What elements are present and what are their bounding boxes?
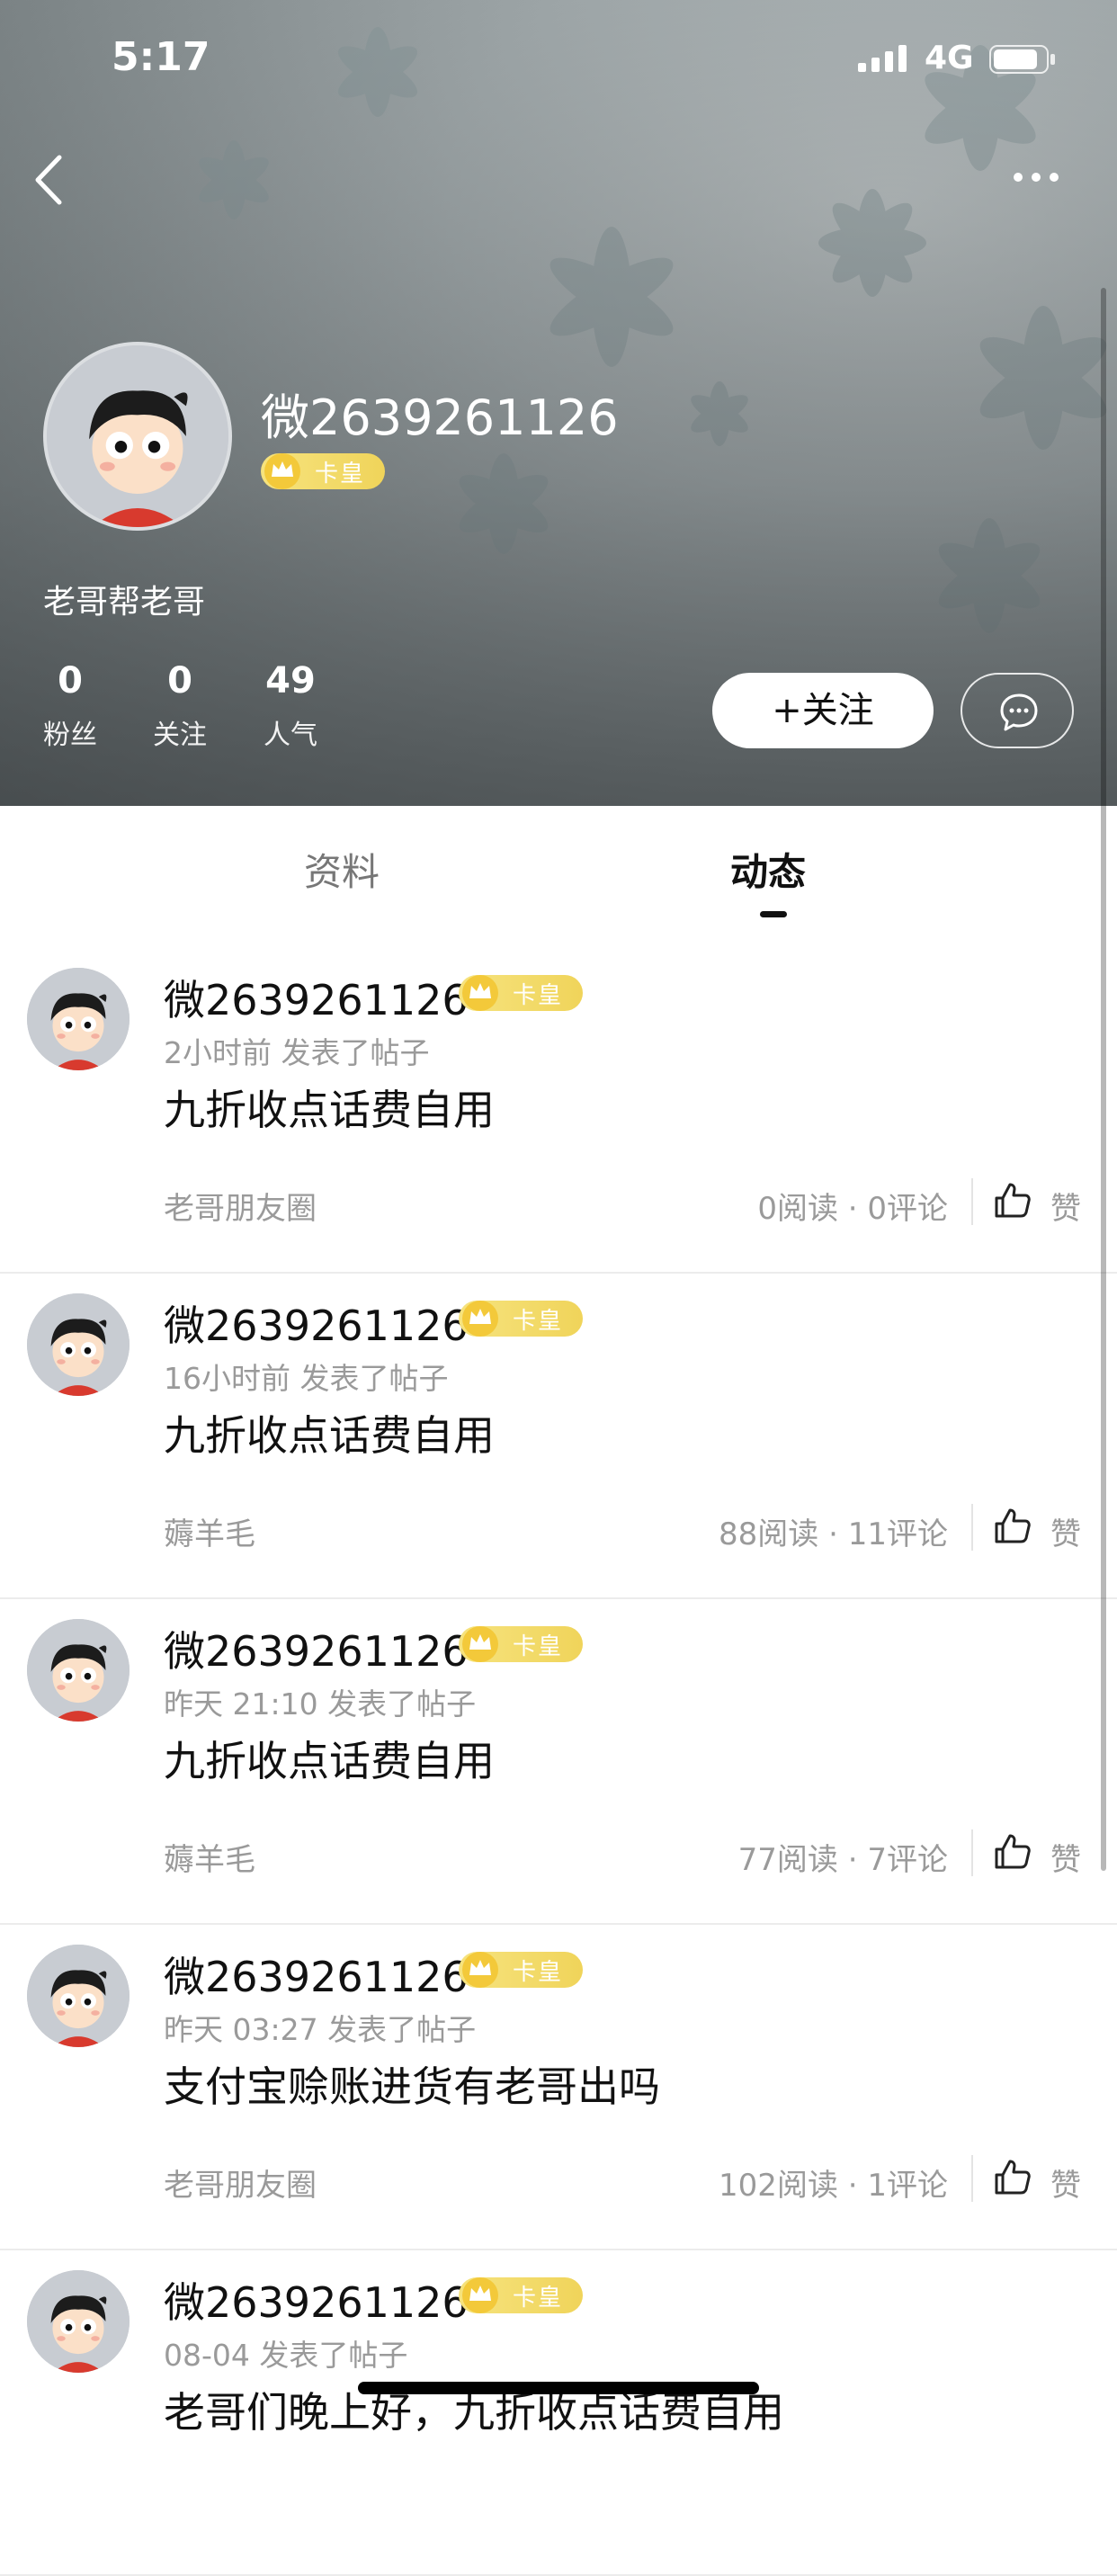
post-avatar[interactable] — [27, 1293, 130, 1396]
network-type: 4G — [925, 40, 974, 76]
avatar-illustration — [27, 1945, 130, 2047]
stat-fans[interactable]: 0 粉丝 — [43, 660, 97, 752]
post-topic[interactable]: 薅羊毛 — [164, 1835, 255, 1879]
post-avatar[interactable] — [27, 1619, 130, 1722]
badge-text: 卡皇 — [315, 461, 366, 487]
stats-divider — [971, 1504, 973, 1551]
post-author: 微2639261126 — [164, 1627, 469, 1676]
post-stats: 0阅读 · 0评论 — [757, 1191, 948, 1227]
crown-icon — [462, 2277, 498, 2313]
badge-text: 卡皇 — [513, 1308, 564, 1335]
thumbs-up-icon[interactable] — [993, 1180, 1032, 1220]
battery-icon — [989, 45, 1055, 74]
stat-following[interactable]: 0 关注 — [153, 660, 207, 752]
tab-profile-info[interactable]: 资料 — [304, 842, 380, 897]
profile-avatar[interactable] — [43, 342, 232, 531]
scrollbar[interactable] — [1101, 288, 1106, 1871]
tab-activity[interactable]: 动态 — [730, 842, 806, 897]
thumbs-up-icon[interactable] — [993, 2157, 1032, 2196]
level-badge: 卡皇 — [459, 2277, 583, 2313]
chat-bubble-icon — [1000, 693, 1038, 731]
post-stats: 77阅读 · 7评论 — [737, 1842, 948, 1878]
post-content[interactable]: 九折收点话费自用 — [164, 1403, 495, 1462]
post-author: 微2639261126 — [164, 976, 469, 1024]
post-author: 微2639261126 — [164, 1301, 469, 1350]
stat-value: 49 — [265, 660, 316, 702]
post-stats: 102阅读 · 1评论 — [719, 2168, 948, 2204]
post-author: 微2639261126 — [164, 1953, 469, 2001]
signal-icon — [858, 45, 907, 72]
crown-icon — [264, 453, 300, 489]
badge-text: 卡皇 — [513, 982, 564, 1009]
post-content[interactable]: 九折收点话费自用 — [164, 1729, 495, 1788]
stat-label: 粉丝 — [43, 720, 97, 751]
status-bar: 5:17 4G — [0, 0, 1117, 121]
post-topic[interactable]: 薅羊毛 — [164, 1509, 255, 1553]
stat-value: 0 — [58, 660, 83, 702]
avatar-illustration — [27, 1293, 130, 1396]
profile-username: 微2639261126 — [261, 389, 619, 446]
post-stats: 88阅读 · 11评论 — [719, 1516, 948, 1552]
crown-icon — [462, 1626, 498, 1662]
home-indicator — [358, 2382, 759, 2394]
stat-label: 人气 — [264, 720, 317, 751]
badge-text: 卡皇 — [513, 1633, 564, 1660]
stats-divider — [971, 2155, 973, 2202]
level-badge: 卡皇 — [459, 1952, 583, 1988]
crown-icon — [462, 1952, 498, 1988]
thumbs-up-icon[interactable] — [993, 1506, 1032, 1545]
stats-divider — [971, 1178, 973, 1225]
post-topic[interactable]: 老哥朋友圈 — [164, 2160, 317, 2205]
post-topic[interactable]: 老哥朋友圈 — [164, 1184, 317, 1228]
crown-icon — [462, 1301, 498, 1337]
avatar-illustration — [27, 1619, 130, 1722]
avatar-illustration — [27, 2270, 130, 2373]
more-dots-icon[interactable] — [1009, 164, 1063, 191]
like-label[interactable]: 赞 — [1050, 2160, 1081, 2205]
stats-divider — [971, 1829, 973, 1876]
status-time: 5:17 — [112, 34, 210, 80]
post-content[interactable]: 九折收点话费自用 — [164, 1078, 495, 1137]
post-author: 微2639261126 — [164, 2278, 469, 2327]
follow-button[interactable]: +关注 — [712, 673, 934, 748]
post-item[interactable]: 微2639261126 卡皇 08-04 发表了帖子 老哥们晚上好，九折收点话费自用 — [0, 2249, 1117, 2576]
level-badge: 卡皇 — [459, 1301, 583, 1337]
post-item[interactable]: 微2639261126 卡皇昨天 21:10 发表了帖子九折收点话费自用薅羊毛 77… — [0, 1597, 1117, 1925]
post-item[interactable]: 微2639261126 卡皇 16小时前 发表了帖子九折收点话费自用薅羊毛 88阅读 … — [0, 1272, 1117, 1599]
post-avatar[interactable] — [27, 2270, 130, 2373]
post-meta: 昨天 21:10 发表了帖子 — [164, 1686, 477, 1722]
profile-bio: 老哥帮老哥 — [43, 584, 206, 621]
post-meta: 2小时前 发表了帖子 — [164, 1035, 430, 1070]
like-label[interactable]: 赞 — [1050, 1184, 1081, 1228]
post-meta: 昨天 03:27 发表了帖子 — [164, 2012, 477, 2047]
badge-text: 卡皇 — [513, 1959, 564, 1986]
stat-label: 关注 — [153, 720, 207, 751]
like-label[interactable]: 赞 — [1050, 1509, 1081, 1553]
message-button[interactable] — [961, 673, 1074, 748]
avatar-illustration — [47, 345, 228, 527]
level-badge: 卡皇 — [261, 453, 385, 489]
post-content[interactable]: 支付宝赊账进货有老哥出吗 — [164, 2054, 660, 2114]
profile-header: 5:17 4G 微2639261126 卡皇 老哥帮老哥 0 粉丝 0 关注 4… — [0, 0, 1117, 806]
post-avatar[interactable] — [27, 1945, 130, 2047]
thumbs-up-icon[interactable] — [993, 1831, 1032, 1871]
like-label[interactable]: 赞 — [1050, 1835, 1081, 1879]
stat-value: 0 — [167, 660, 192, 702]
post-meta: 08-04 发表了帖子 — [164, 2338, 408, 2373]
post-item[interactable]: 微2639261126 卡皇 2小时前 发表了帖子九折收点话费自用老哥朋友圈 0阅读 … — [0, 946, 1117, 1274]
back-icon[interactable] — [27, 148, 81, 211]
avatar-illustration — [27, 968, 130, 1070]
level-badge: 卡皇 — [459, 1626, 583, 1662]
badge-text: 卡皇 — [513, 2285, 564, 2312]
active-tab-indicator — [760, 911, 787, 917]
crown-icon — [462, 975, 498, 1011]
post-item[interactable]: 微2639261126 卡皇昨天 03:27 发表了帖子支付宝赊账进货有老哥出吗老… — [0, 1923, 1117, 2250]
level-badge: 卡皇 — [459, 975, 583, 1011]
post-meta: 16小时前 发表了帖子 — [164, 1361, 449, 1396]
stat-popularity: 49 人气 — [261, 660, 320, 752]
post-avatar[interactable] — [27, 968, 130, 1070]
